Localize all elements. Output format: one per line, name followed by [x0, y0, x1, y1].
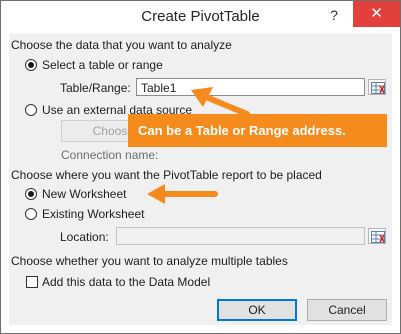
create-pivottable-dialog: Create PivotTable ? ✕ Choose the data th… — [0, 0, 401, 334]
ok-button[interactable]: OK — [217, 299, 297, 321]
table-range-value: Table1 — [141, 81, 177, 95]
new-worksheet-label[interactable]: New Worksheet — [42, 187, 126, 201]
multiple-tables-heading: Choose whether you want to analyze multi… — [11, 254, 288, 268]
data-model-label[interactable]: Add this data to the Data Model — [42, 275, 210, 289]
external-source-radio[interactable] — [25, 104, 37, 116]
table-range-label: Table/Range: — [60, 81, 131, 95]
location-collapse-button[interactable] — [368, 228, 386, 244]
location-input[interactable] — [116, 227, 365, 245]
connection-name-label: Connection name: — [61, 148, 159, 162]
range-select-icon — [371, 82, 385, 94]
cancel-button[interactable]: Cancel — [307, 299, 387, 321]
location-label: Location: — [60, 230, 109, 244]
existing-worksheet-radio[interactable] — [25, 208, 37, 220]
select-table-label[interactable]: Select a table or range — [42, 58, 163, 72]
annotation-callout: Can be a Table or Range address. — [128, 114, 387, 147]
range-select-icon — [371, 231, 385, 243]
new-worksheet-radio[interactable] — [25, 188, 37, 200]
placement-section-heading: Choose where you want the PivotTable rep… — [11, 168, 322, 182]
title-bar: Create PivotTable ? ✕ — [1, 1, 400, 33]
existing-worksheet-label[interactable]: Existing Worksheet — [42, 207, 145, 221]
table-range-input[interactable]: Table1 — [136, 78, 365, 96]
data-model-checkbox[interactable] — [26, 276, 38, 288]
close-button[interactable]: ✕ — [353, 1, 400, 27]
help-button[interactable]: ? — [322, 4, 346, 26]
select-table-radio[interactable] — [25, 59, 37, 71]
annotation-callout-text: Can be a Table or Range address. — [138, 123, 346, 138]
dialog-content: Choose the data that you want to analyze… — [9, 33, 392, 325]
table-range-collapse-button[interactable] — [368, 79, 386, 95]
source-section-heading: Choose the data that you want to analyze — [11, 38, 232, 52]
